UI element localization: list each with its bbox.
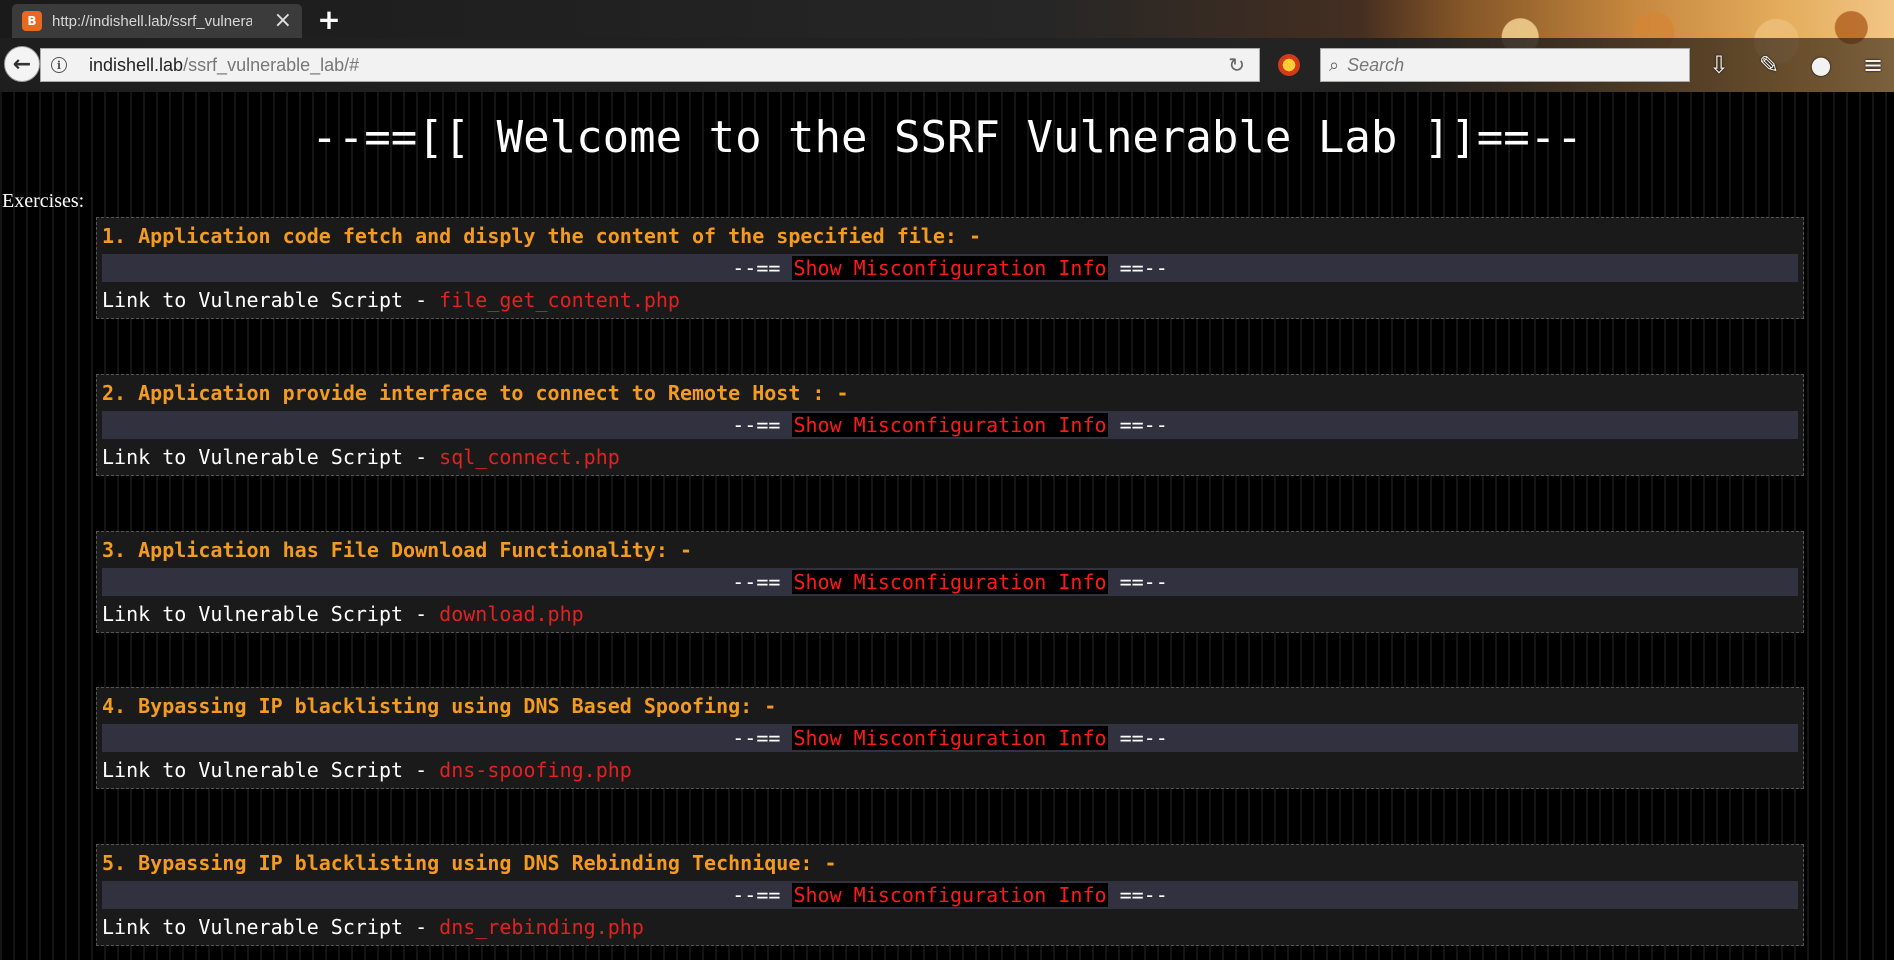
misconfig-suffix: ==-- [1107, 883, 1168, 907]
exercise-heading: 1. Application code fetch and disply the… [102, 224, 981, 248]
script-row: Link to Vulnerable Script - sql_connect.… [102, 445, 620, 469]
show-misconfig-link[interactable]: Show Misconfiguration Info [792, 883, 1108, 907]
misconfig-suffix: ==-- [1107, 570, 1168, 594]
script-row: Link to Vulnerable Script - dns_rebindin… [102, 915, 644, 939]
extension-icon[interactable]: ● [1806, 50, 1836, 80]
vulnerable-script-link[interactable]: dns-spoofing.php [439, 758, 632, 782]
url-host: indishell.lab [89, 54, 184, 75]
title-bar: B http://indishell.lab/ssrf_vulnerable_l… [0, 0, 1894, 92]
navigation-bar: ← i indishell.lab/ssrf_vulnerable_lab/# … [0, 38, 1894, 92]
script-row: Link to Vulnerable Script - dns-spoofing… [102, 758, 632, 782]
exercise-heading: 4. Bypassing IP blacklisting using DNS B… [102, 694, 777, 718]
new-tab-button[interactable]: + [314, 3, 344, 36]
misconfig-suffix: ==-- [1107, 726, 1168, 750]
misconfig-row: --== Show Misconfiguration Info ==-- [102, 254, 1798, 282]
addon-icon[interactable] [1278, 54, 1300, 76]
tab-title: http://indishell.lab/ssrf_vulnerable_lab… [52, 12, 252, 30]
vulnerable-script-link[interactable]: dns_rebinding.php [439, 915, 644, 939]
favicon-icon: B [22, 11, 42, 31]
misconfig-prefix: --== [732, 256, 793, 280]
menu-icon[interactable]: ≡ [1858, 50, 1888, 80]
misconfig-prefix: --== [732, 413, 793, 437]
close-icon[interactable]: × [274, 10, 292, 32]
search-bar[interactable]: ⌕ Search [1320, 48, 1690, 82]
page-content: --==[[ Welcome to the SSRF Vulnerable La… [0, 92, 1894, 960]
show-misconfig-link[interactable]: Show Misconfiguration Info [792, 570, 1108, 594]
exercise-card: 2. Application provide interface to conn… [96, 374, 1804, 476]
page-title: --==[[ Welcome to the SSRF Vulnerable La… [311, 112, 1583, 163]
misconfig-prefix: --== [732, 570, 793, 594]
exercise-heading: 5. Bypassing IP blacklisting using DNS R… [102, 851, 837, 875]
show-misconfig-link[interactable]: Show Misconfiguration Info [792, 726, 1108, 750]
info-icon[interactable]: i [51, 57, 67, 73]
exercise-card: 5. Bypassing IP blacklisting using DNS R… [96, 844, 1804, 946]
misconfig-suffix: ==-- [1107, 413, 1168, 437]
show-misconfig-link[interactable]: Show Misconfiguration Info [792, 256, 1108, 280]
back-arrow-icon: ← [12, 51, 32, 77]
misconfig-prefix: --== [732, 726, 793, 750]
script-prefix: Link to Vulnerable Script - [102, 915, 440, 939]
exercise-heading: 2. Application provide interface to conn… [102, 381, 849, 405]
script-prefix: Link to Vulnerable Script - [102, 445, 440, 469]
exercises-label: Exercises: [2, 190, 85, 212]
script-prefix: Link to Vulnerable Script - [102, 758, 440, 782]
browser-tab[interactable]: B http://indishell.lab/ssrf_vulnerable_l… [12, 4, 302, 38]
exercise-card: 4. Bypassing IP blacklisting using DNS B… [96, 687, 1804, 789]
tools-icon[interactable]: ✎ [1754, 50, 1784, 80]
script-prefix: Link to Vulnerable Script - [102, 602, 440, 626]
script-row: Link to Vulnerable Script - file_get_con… [102, 288, 680, 312]
script-prefix: Link to Vulnerable Script - [102, 288, 440, 312]
exercise-card: 3. Application has File Download Functio… [96, 531, 1804, 633]
misconfig-row: --== Show Misconfiguration Info ==-- [102, 724, 1798, 752]
vulnerable-script-link[interactable]: sql_connect.php [439, 445, 620, 469]
search-input[interactable]: Search [1347, 55, 1404, 76]
download-icon[interactable]: ⇩ [1704, 50, 1734, 80]
exercise-heading: 3. Application has File Download Functio… [102, 538, 693, 562]
misconfig-row: --== Show Misconfiguration Info ==-- [102, 568, 1798, 596]
misconfig-prefix: --== [732, 883, 793, 907]
reload-icon[interactable]: ↻ [1228, 53, 1245, 77]
url-text[interactable]: indishell.lab/ssrf_vulnerable_lab/# [89, 55, 359, 76]
exercise-card: 1. Application code fetch and disply the… [96, 217, 1804, 319]
address-bar[interactable]: i indishell.lab/ssrf_vulnerable_lab/# ↻ [40, 48, 1260, 82]
misconfig-row: --== Show Misconfiguration Info ==-- [102, 411, 1798, 439]
vulnerable-script-link[interactable]: file_get_content.php [439, 288, 680, 312]
script-row: Link to Vulnerable Script - download.php [102, 602, 584, 626]
url-path: /ssrf_vulnerable_lab/# [183, 54, 360, 75]
search-icon: ⌕ [1329, 54, 1340, 76]
misconfig-row: --== Show Misconfiguration Info ==-- [102, 881, 1798, 909]
show-misconfig-link[interactable]: Show Misconfiguration Info [792, 413, 1108, 437]
misconfig-suffix: ==-- [1107, 256, 1168, 280]
back-button[interactable]: ← [4, 46, 40, 82]
vulnerable-script-link[interactable]: download.php [439, 602, 584, 626]
